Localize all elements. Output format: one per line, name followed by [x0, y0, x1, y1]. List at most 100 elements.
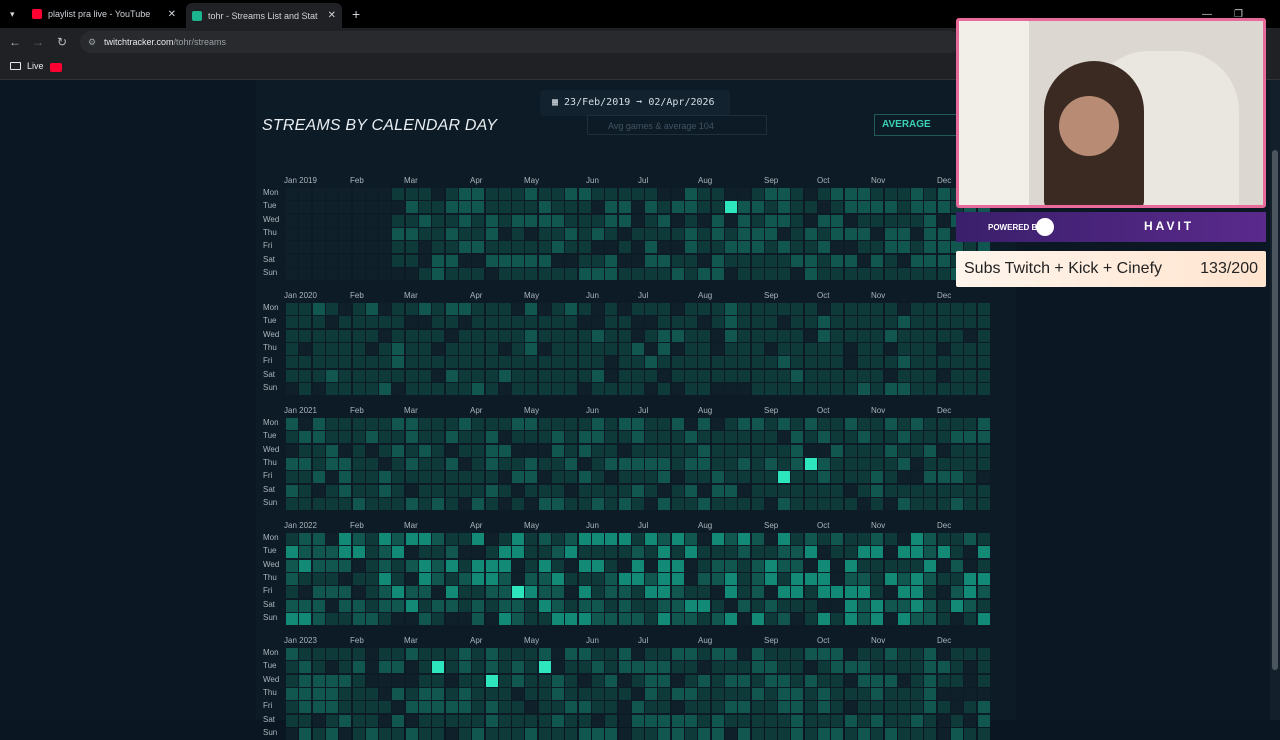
day-cell[interactable] [458, 227, 471, 240]
day-cell[interactable] [924, 714, 937, 727]
day-cell[interactable] [658, 369, 671, 382]
day-cell[interactable] [365, 201, 378, 214]
day-cell[interactable] [578, 497, 591, 510]
day-cell[interactable] [631, 484, 644, 497]
day-cell[interactable] [964, 546, 977, 559]
day-cell[interactable] [618, 674, 631, 687]
day-cell[interactable] [591, 661, 604, 674]
day-cell[interactable] [831, 599, 844, 612]
day-cell[interactable] [698, 444, 711, 457]
day-cell[interactable] [645, 254, 658, 267]
day-cell[interactable] [286, 267, 298, 280]
day-cell[interactable] [645, 457, 658, 470]
day-cell[interactable] [764, 188, 777, 200]
day-cell[interactable] [951, 356, 963, 369]
day-cell[interactable] [951, 674, 963, 687]
day-cell[interactable] [618, 254, 631, 267]
day-cell[interactable] [685, 727, 697, 740]
day-cell[interactable] [738, 599, 751, 612]
day-cell[interactable] [552, 418, 564, 430]
day-cell[interactable] [831, 241, 844, 254]
day-cell[interactable] [538, 533, 551, 545]
day-cell[interactable] [299, 484, 312, 497]
day-cell[interactable] [618, 431, 631, 444]
day-cell[interactable] [392, 444, 405, 457]
day-cell[interactable] [525, 572, 538, 585]
day-cell[interactable] [857, 661, 870, 674]
day-cell[interactable] [525, 444, 538, 457]
day-cell[interactable] [538, 254, 551, 267]
day-cell[interactable] [578, 586, 591, 599]
day-cell[interactable] [485, 484, 498, 497]
day-cell[interactable] [512, 599, 525, 612]
day-cell[interactable] [711, 431, 724, 444]
day-cell[interactable] [618, 444, 631, 457]
day-cell[interactable] [631, 201, 644, 214]
day-cell[interactable] [778, 497, 791, 510]
forward-icon[interactable]: → [30, 34, 46, 50]
day-cell[interactable] [724, 267, 737, 280]
day-cell[interactable] [924, 241, 937, 254]
day-cell[interactable] [379, 188, 392, 200]
day-cell[interactable] [352, 201, 365, 214]
day-cell[interactable] [804, 444, 817, 457]
day-cell[interactable] [977, 674, 990, 687]
day-cell[interactable] [512, 586, 525, 599]
day-cell[interactable] [658, 586, 671, 599]
day-cell[interactable] [857, 714, 870, 727]
day-cell[interactable] [804, 431, 817, 444]
day-cell[interactable] [325, 227, 338, 240]
day-cell[interactable] [924, 546, 937, 559]
day-cell[interactable] [498, 559, 511, 572]
day-cell[interactable] [857, 431, 870, 444]
day-cell[interactable] [751, 687, 764, 700]
day-cell[interactable] [857, 612, 870, 625]
day-cell[interactable] [804, 572, 817, 585]
day-cell[interactable] [286, 599, 298, 612]
day-cell[interactable] [458, 497, 471, 510]
day-cell[interactable] [924, 687, 937, 700]
day-cell[interactable] [578, 267, 591, 280]
day-cell[interactable] [405, 471, 418, 484]
day-cell[interactable] [312, 431, 325, 444]
day-cell[interactable] [738, 457, 751, 470]
day-cell[interactable] [405, 188, 418, 200]
day-cell[interactable] [831, 533, 844, 545]
day-cell[interactable] [365, 188, 378, 200]
day-cell[interactable] [778, 546, 791, 559]
day-cell[interactable] [884, 457, 897, 470]
day-cell[interactable] [392, 559, 405, 572]
day-cell[interactable] [724, 533, 737, 545]
day-cell[interactable] [618, 533, 631, 545]
day-cell[interactable] [818, 586, 830, 599]
day-cell[interactable] [591, 382, 604, 395]
day-cell[interactable] [392, 457, 405, 470]
day-cell[interactable] [871, 714, 884, 727]
day-cell[interactable] [379, 727, 392, 740]
day-cell[interactable] [711, 648, 724, 660]
day-cell[interactable] [432, 267, 445, 280]
day-cell[interactable] [445, 201, 458, 214]
day-cell[interactable] [871, 431, 884, 444]
day-cell[interactable] [698, 201, 711, 214]
day-cell[interactable] [512, 267, 525, 280]
day-cell[interactable] [831, 471, 844, 484]
day-cell[interactable] [419, 431, 431, 444]
day-cell[interactable] [778, 599, 791, 612]
day-cell[interactable] [605, 612, 618, 625]
day-cell[interactable] [312, 214, 325, 227]
day-cell[interactable] [365, 586, 378, 599]
day-cell[interactable] [286, 612, 298, 625]
day-cell[interactable] [405, 457, 418, 470]
day-cell[interactable] [618, 267, 631, 280]
day-cell[interactable] [631, 329, 644, 342]
day-cell[interactable] [964, 484, 977, 497]
day-cell[interactable] [751, 497, 764, 510]
day-cell[interactable] [538, 457, 551, 470]
day-cell[interactable] [778, 714, 791, 727]
day-cell[interactable] [485, 701, 498, 714]
day-cell[interactable] [379, 418, 392, 430]
day-cell[interactable] [685, 227, 697, 240]
day-cell[interactable] [911, 572, 924, 585]
day-cell[interactable] [844, 316, 857, 329]
